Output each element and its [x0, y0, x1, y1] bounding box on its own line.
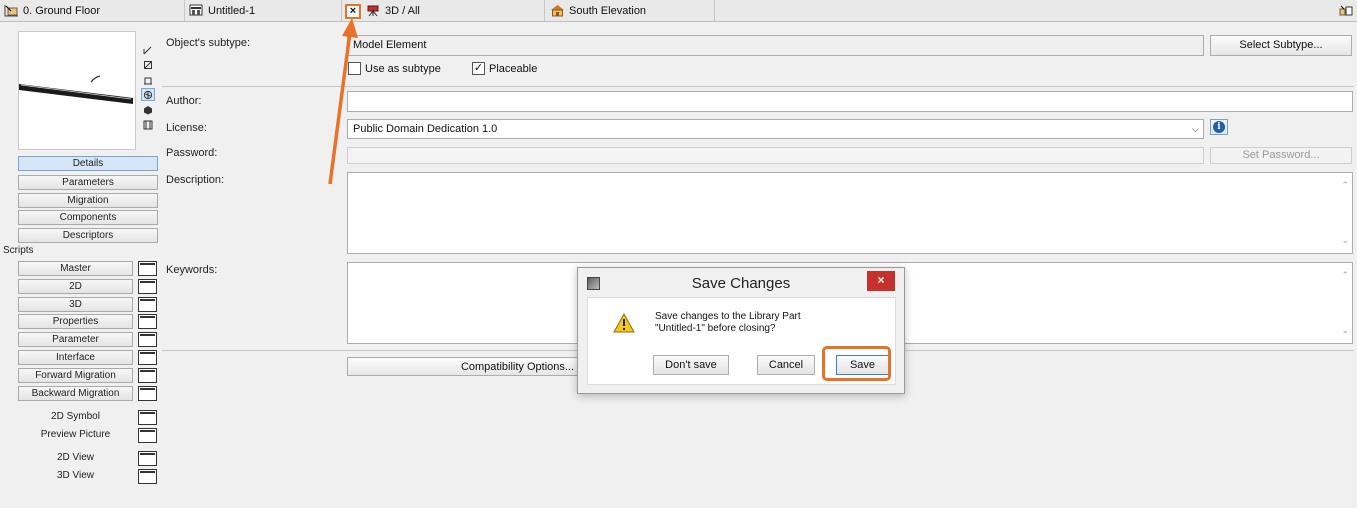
description-label: Description: — [166, 174, 225, 186]
tab-3d-all[interactable]: 3D / All — [364, 0, 545, 21]
script-forward-migration[interactable]: Forward Migration — [18, 368, 133, 383]
checkmark-icon[interactable]: ✓ — [472, 62, 485, 75]
close-icon[interactable]: × — [867, 271, 895, 291]
open-window-icon[interactable] — [138, 297, 157, 312]
use-as-subtype-checkbox[interactable]: Use as subtype — [348, 62, 441, 75]
password-label: Password: — [166, 147, 218, 159]
nav-details[interactable]: Details — [18, 156, 158, 171]
film-strip-icon[interactable] — [141, 118, 155, 131]
description-textarea[interactable]: ⌃ ⌄ — [347, 172, 1353, 254]
tab-overflow-icon[interactable] — [1317, 0, 1357, 21]
tab-south-elevation[interactable]: South Elevation — [545, 0, 715, 21]
tab-label: 3D / All — [385, 4, 420, 17]
open-window-icon[interactable] — [138, 279, 157, 294]
tab-label: South Elevation — [569, 4, 647, 17]
preview-window — [18, 31, 136, 150]
shaded-view-icon[interactable] — [141, 103, 155, 116]
elevation-view-icon[interactable] — [141, 73, 155, 86]
open-window-icon[interactable] — [138, 469, 157, 484]
floor-plan-icon — [4, 4, 19, 17]
dialog-message: Save changes to the Library Part "Untitl… — [655, 311, 801, 335]
message-line: "Untitled-1" before closing? — [655, 323, 776, 334]
script-master[interactable]: Master — [18, 261, 133, 276]
checkbox-box[interactable] — [348, 62, 361, 75]
extra-preview-picture[interactable]: Preview Picture — [18, 428, 133, 443]
nav-parameters[interactable]: Parameters — [18, 175, 158, 190]
library-part-icon — [189, 4, 204, 17]
open-window-icon[interactable] — [138, 451, 157, 466]
license-select[interactable]: Public Domain Dedication 1.0 ⌵ — [347, 119, 1204, 139]
message-line: Save changes to the Library Part — [655, 311, 801, 322]
extra-2d-view[interactable]: 2D View — [18, 451, 133, 466]
open-window-icon[interactable] — [138, 332, 157, 347]
chevron-down-icon: ⌵ — [1192, 124, 1199, 134]
scripts-section-label: Scripts — [3, 245, 34, 256]
license-label: License: — [166, 122, 207, 134]
script-2d[interactable]: 2D — [18, 279, 133, 294]
open-window-icon[interactable] — [138, 386, 157, 401]
preview-view-toolbar — [141, 43, 155, 131]
open-window-icon[interactable] — [138, 350, 157, 365]
subtype-field: Model Element — [347, 35, 1204, 56]
open-window-icon[interactable] — [138, 428, 157, 443]
axonometry-icon[interactable] — [141, 43, 155, 56]
save-highlight-box — [822, 346, 891, 381]
tab-label: 0. Ground Floor — [23, 4, 101, 17]
object-preview-image — [19, 75, 133, 104]
divider — [162, 86, 1354, 87]
subtype-label: Object's subtype: — [166, 37, 251, 49]
keywords-label: Keywords: — [166, 264, 218, 276]
script-backward-migration[interactable]: Backward Migration — [18, 386, 133, 401]
plan-view-icon[interactable] — [141, 58, 155, 71]
select-subtype-button[interactable]: Select Subtype... — [1210, 35, 1352, 56]
3d-view-icon[interactable] — [141, 88, 155, 101]
nav-components[interactable]: Components — [18, 210, 158, 225]
tab-untitled-1[interactable]: Untitled-1 — [185, 0, 342, 21]
checkbox-label: Placeable — [489, 62, 538, 75]
tab-ground-floor[interactable]: 0. Ground Floor — [0, 0, 185, 21]
script-properties[interactable]: Properties — [18, 314, 133, 329]
script-parameter[interactable]: Parameter — [18, 332, 133, 347]
tab-label: Untitled-1 — [208, 4, 256, 17]
dialog-title-bar[interactable]: Save Changes × — [578, 268, 904, 298]
nav-migration[interactable]: Migration — [18, 193, 158, 208]
warning-icon — [613, 312, 635, 336]
view-tab-bar: 0. Ground Floor Untitled-1 × 3D / All So… — [0, 0, 1357, 22]
scroll-down-icon[interactable]: ⌄ — [1341, 231, 1349, 250]
open-window-icon[interactable] — [138, 368, 157, 383]
dont-save-button[interactable]: Don't save — [653, 355, 729, 375]
extra-3d-view[interactable]: 3D View — [18, 469, 133, 484]
extra-2d-symbol[interactable]: 2D Symbol — [18, 410, 133, 425]
close-tab-button[interactable]: × — [345, 4, 361, 19]
license-value: Public Domain Dedication 1.0 — [353, 123, 498, 135]
author-label: Author: — [166, 95, 202, 107]
script-3d[interactable]: 3D — [18, 297, 133, 312]
cancel-button[interactable]: Cancel — [757, 355, 815, 375]
info-icon[interactable]: i — [1210, 119, 1228, 135]
annotation-arrow — [328, 18, 358, 185]
scroll-up-icon[interactable]: ⌃ — [1341, 266, 1349, 285]
checkbox-label: Use as subtype — [365, 62, 441, 75]
placeable-checkbox[interactable]: ✓ Placeable — [472, 62, 537, 75]
open-window-icon[interactable] — [138, 410, 157, 425]
set-password-button: Set Password... — [1210, 147, 1352, 164]
3d-view-icon — [366, 4, 381, 17]
open-window-icon[interactable] — [138, 261, 157, 276]
nav-descriptors[interactable]: Descriptors — [18, 228, 158, 243]
scroll-down-icon[interactable]: ⌄ — [1341, 321, 1349, 340]
scroll-up-icon[interactable]: ⌃ — [1341, 176, 1349, 195]
elevation-icon — [550, 4, 565, 17]
password-field — [347, 147, 1204, 164]
open-window-icon[interactable] — [138, 314, 157, 329]
author-field[interactable] — [347, 91, 1353, 112]
dialog-title: Save Changes — [691, 275, 791, 292]
script-interface[interactable]: Interface — [18, 350, 133, 365]
